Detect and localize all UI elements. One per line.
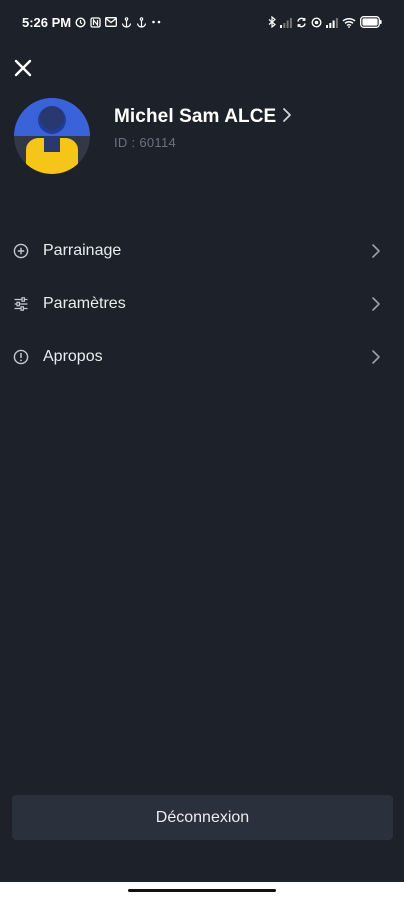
menu-item-label: Apropos [43, 347, 103, 365]
status-bar-left: 5:26 PM [22, 15, 162, 30]
plus-circle-icon [12, 242, 30, 260]
profile-name: Michel Sam ALCE [114, 106, 277, 127]
menu-list: Parrainage Paramètres Apropos [0, 224, 404, 383]
bluetooth-icon [268, 16, 276, 28]
logout-button[interactable]: Déconnexion [12, 795, 393, 840]
profile-id: ID : 60114 [114, 135, 177, 150]
chevron-right-icon [370, 295, 382, 313]
status-bar-right [268, 16, 382, 28]
close-button[interactable] [10, 57, 36, 83]
status-time: 5:26 PM [22, 14, 72, 30]
wifi-icon [342, 17, 356, 28]
avatar[interactable] [14, 98, 90, 174]
chevron-right-icon [370, 242, 382, 260]
menu-item-parrainage[interactable]: Parrainage [0, 224, 404, 277]
signal-icon [326, 17, 338, 28]
menu-item-label: Parrainage [43, 241, 122, 259]
location-icon [311, 16, 322, 28]
profile-link[interactable]: Michel Sam ALCE [114, 106, 292, 128]
menu-item-parametres[interactable]: Paramètres [0, 277, 404, 330]
nfc-icon [90, 16, 101, 28]
close-icon [13, 58, 33, 83]
menu-screen: 5:26 PM Michel Sam ALCE ID: 60114 Parra… [0, 0, 404, 882]
navigation-bar [0, 882, 404, 900]
anchor-icon [136, 16, 147, 28]
sliders-icon [12, 295, 30, 313]
chevron-right-icon [370, 348, 382, 366]
menu-item-label: Paramètres [43, 294, 126, 312]
anchor-icon [121, 16, 132, 28]
menu-item-apropos[interactable]: Apropos [0, 330, 404, 383]
battery-icon [360, 16, 382, 28]
more-dots-icon [151, 20, 162, 24]
alarm-icon [75, 16, 86, 28]
info-circle-icon [12, 348, 30, 366]
chevron-right-icon [282, 107, 292, 128]
sync-icon [296, 17, 307, 28]
gmail-icon [105, 17, 118, 27]
home-indicator[interactable] [128, 889, 276, 892]
user-avatar-icon [14, 98, 90, 174]
status-bar: 5:26 PM [0, 0, 404, 44]
signal-weak-icon [280, 17, 292, 28]
